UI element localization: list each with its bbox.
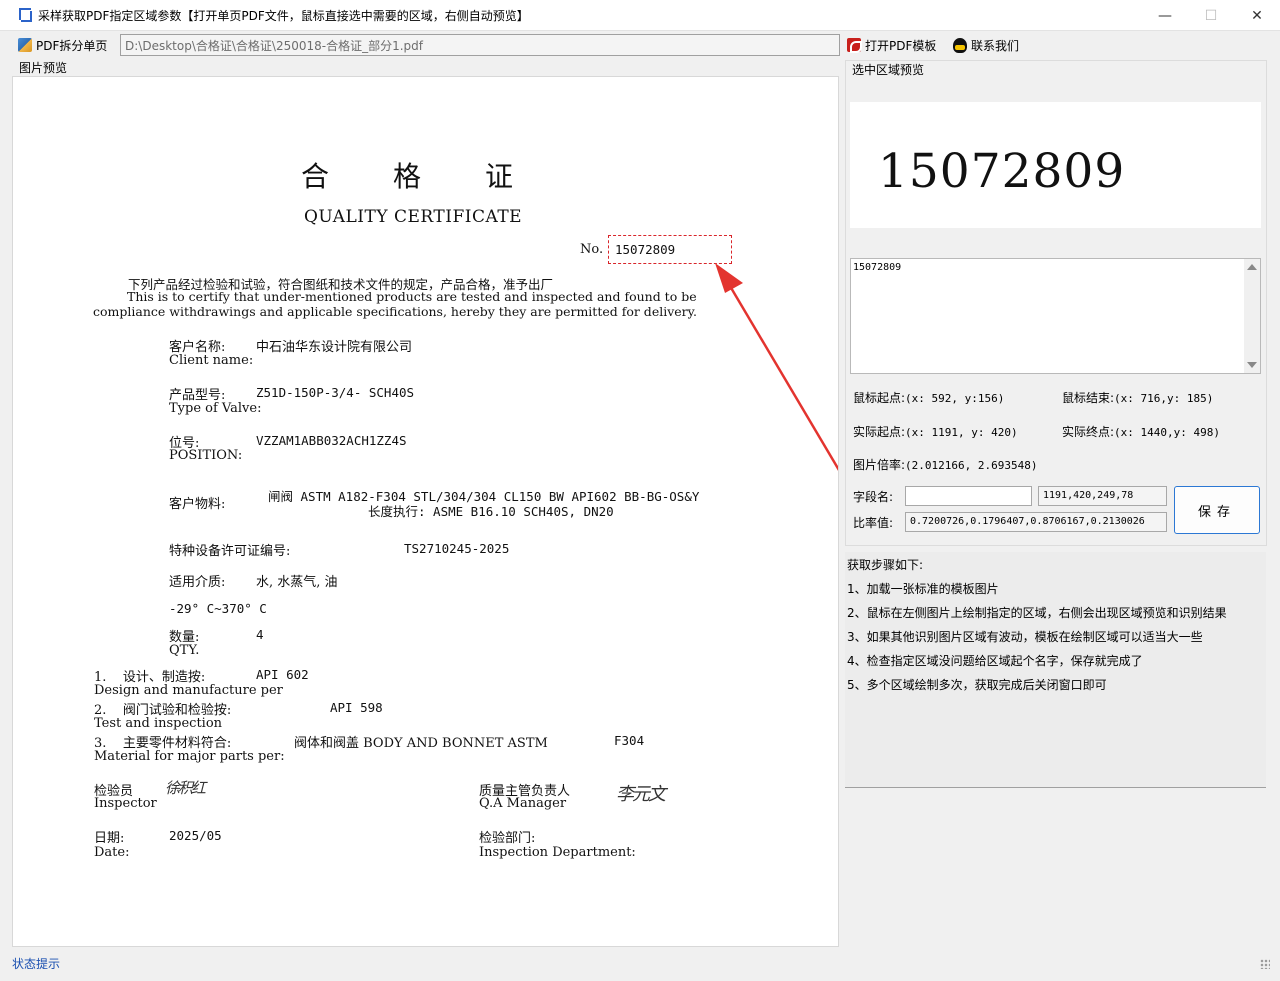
file-path-field[interactable]: D:\Desktop\合格证\合格证\250018-合格证_部分1.pdf [120, 34, 840, 56]
scroll-down-icon[interactable] [1247, 362, 1257, 368]
actual-end-value: (x: 1440,y: 498) [1114, 426, 1221, 439]
field-name-label: 字段名: [853, 488, 893, 505]
minimize-icon[interactable]: — [1142, 0, 1188, 31]
actual-start: 实际起点:(x: 1191, y: 420) [853, 423, 1018, 440]
actual-end-label: 实际终点: [1062, 425, 1115, 439]
save-button[interactable]: 保存 [1174, 486, 1260, 534]
maximize-icon: ☐ [1204, 7, 1218, 24]
mouse-end-value: (x: 716,y: 185) [1114, 392, 1214, 405]
instruction-step: 5、多个区域绘制多次，获取完成后关闭窗口即可 [847, 678, 1107, 692]
actual-end: 实际终点:(x: 1440,y: 498) [1062, 423, 1220, 440]
toolbar: PDF拆分单页 D:\Desktop\合格证\合格证\250018-合格证_部分… [0, 31, 1280, 58]
mouse-end: 鼠标结束:(x: 716,y: 185) [1062, 389, 1213, 406]
scroll-up-icon[interactable] [1247, 264, 1257, 270]
split-pdf-button[interactable]: PDF拆分单页 [18, 35, 107, 55]
resize-grip-icon[interactable] [1260, 959, 1270, 969]
status-text: 状态提示 [12, 956, 61, 971]
ocr-scrollbar[interactable] [1244, 259, 1260, 373]
image-scale-label: 图片倍率: [853, 458, 906, 472]
open-template-label: 打开PDF模板 [865, 38, 937, 53]
selection-group-label: 选中区域预览 [850, 61, 927, 78]
open-template-button[interactable]: 打开PDF模板 [847, 35, 936, 55]
image-preview-canvas[interactable]: 合格证 QUALITY CERTIFICATE No. 15072809 下列产… [12, 76, 839, 947]
window-title: 采样获取PDF指定区域参数【打开单页PDF文件，鼠标直接选中需要的区域，右侧自动… [38, 8, 529, 23]
instruction-step: 2、鼠标在左侧图片上绘制指定的区域，右侧会出现区域预览和识别结果 [847, 606, 1227, 620]
status-bar: 状态提示 [0, 953, 1280, 973]
instructions-title: 获取步骤如下: [847, 558, 924, 572]
mouse-start-label: 鼠标起点: [853, 391, 906, 405]
contact-label: 联系我们 [971, 38, 1020, 53]
ratio-label: 比率值: [853, 514, 893, 531]
preview-group-label: 图片预览 [17, 59, 70, 76]
ratio-label-text: 比率值: [853, 516, 894, 530]
ratio-value-field[interactable]: 0.7200726,0.1796407,0.8706167,0.2130026 [905, 512, 1167, 532]
field-name-input[interactable] [905, 486, 1032, 506]
close-icon[interactable]: ✕ [1234, 0, 1280, 31]
ocr-result-textarea[interactable]: 15072809 [850, 258, 1261, 374]
ocr-result-text: 15072809 [853, 262, 902, 273]
instruction-step: 3、如果其他识别图片区域有波动，模板在绘制区域可以适当大一些 [847, 630, 1203, 644]
instruction-step: 1、加载一张标准的模板图片 [847, 582, 999, 596]
contact-button[interactable]: 联系我们 [953, 35, 1019, 55]
crop-icon [16, 7, 32, 23]
crop-preview-image: 15072809 [850, 102, 1261, 228]
certificate-document: 合格证 QUALITY CERTIFICATE No. 15072809 下列产… [13, 77, 838, 946]
split-pdf-label: PDF拆分单页 [36, 38, 108, 53]
package-icon [18, 38, 32, 52]
pdf-icon [847, 38, 862, 53]
mouse-start: 鼠标起点:(x: 592, y:156) [853, 389, 1004, 406]
instructions-panel: 获取步骤如下: 1、加载一张标准的模板图片 2、鼠标在左侧图片上绘制指定的区域，… [845, 552, 1266, 788]
instruction-step: 4、检查指定区域没问题给区域起个名字，保存就完成了 [847, 654, 1143, 668]
title-bar: 采样获取PDF指定区域参数【打开单页PDF文件，鼠标直接选中需要的区域，右侧自动… [0, 0, 1280, 31]
qq-icon [953, 37, 967, 53]
actual-start-label: 实际起点: [853, 425, 906, 439]
annotation-arrow-icon [715, 263, 838, 471]
window-bottom-edge [0, 974, 1280, 981]
actual-start-value: (x: 1191, y: 420) [905, 426, 1018, 439]
mouse-end-label: 鼠标结束: [1062, 391, 1115, 405]
image-scale: 图片倍率:(2.012166, 2.693548) [853, 456, 1038, 473]
window-controls: — ☐ ✕ [1142, 0, 1280, 31]
mouse-start-value: (x: 592, y:156) [905, 392, 1005, 405]
rect-value-field[interactable]: 1191,420,249,78 [1038, 486, 1167, 506]
crop-preview-text: 15072809 [878, 144, 1126, 199]
field-name-label-text: 字段名: [853, 490, 894, 504]
image-scale-value: (2.012166, 2.693548) [905, 459, 1038, 472]
